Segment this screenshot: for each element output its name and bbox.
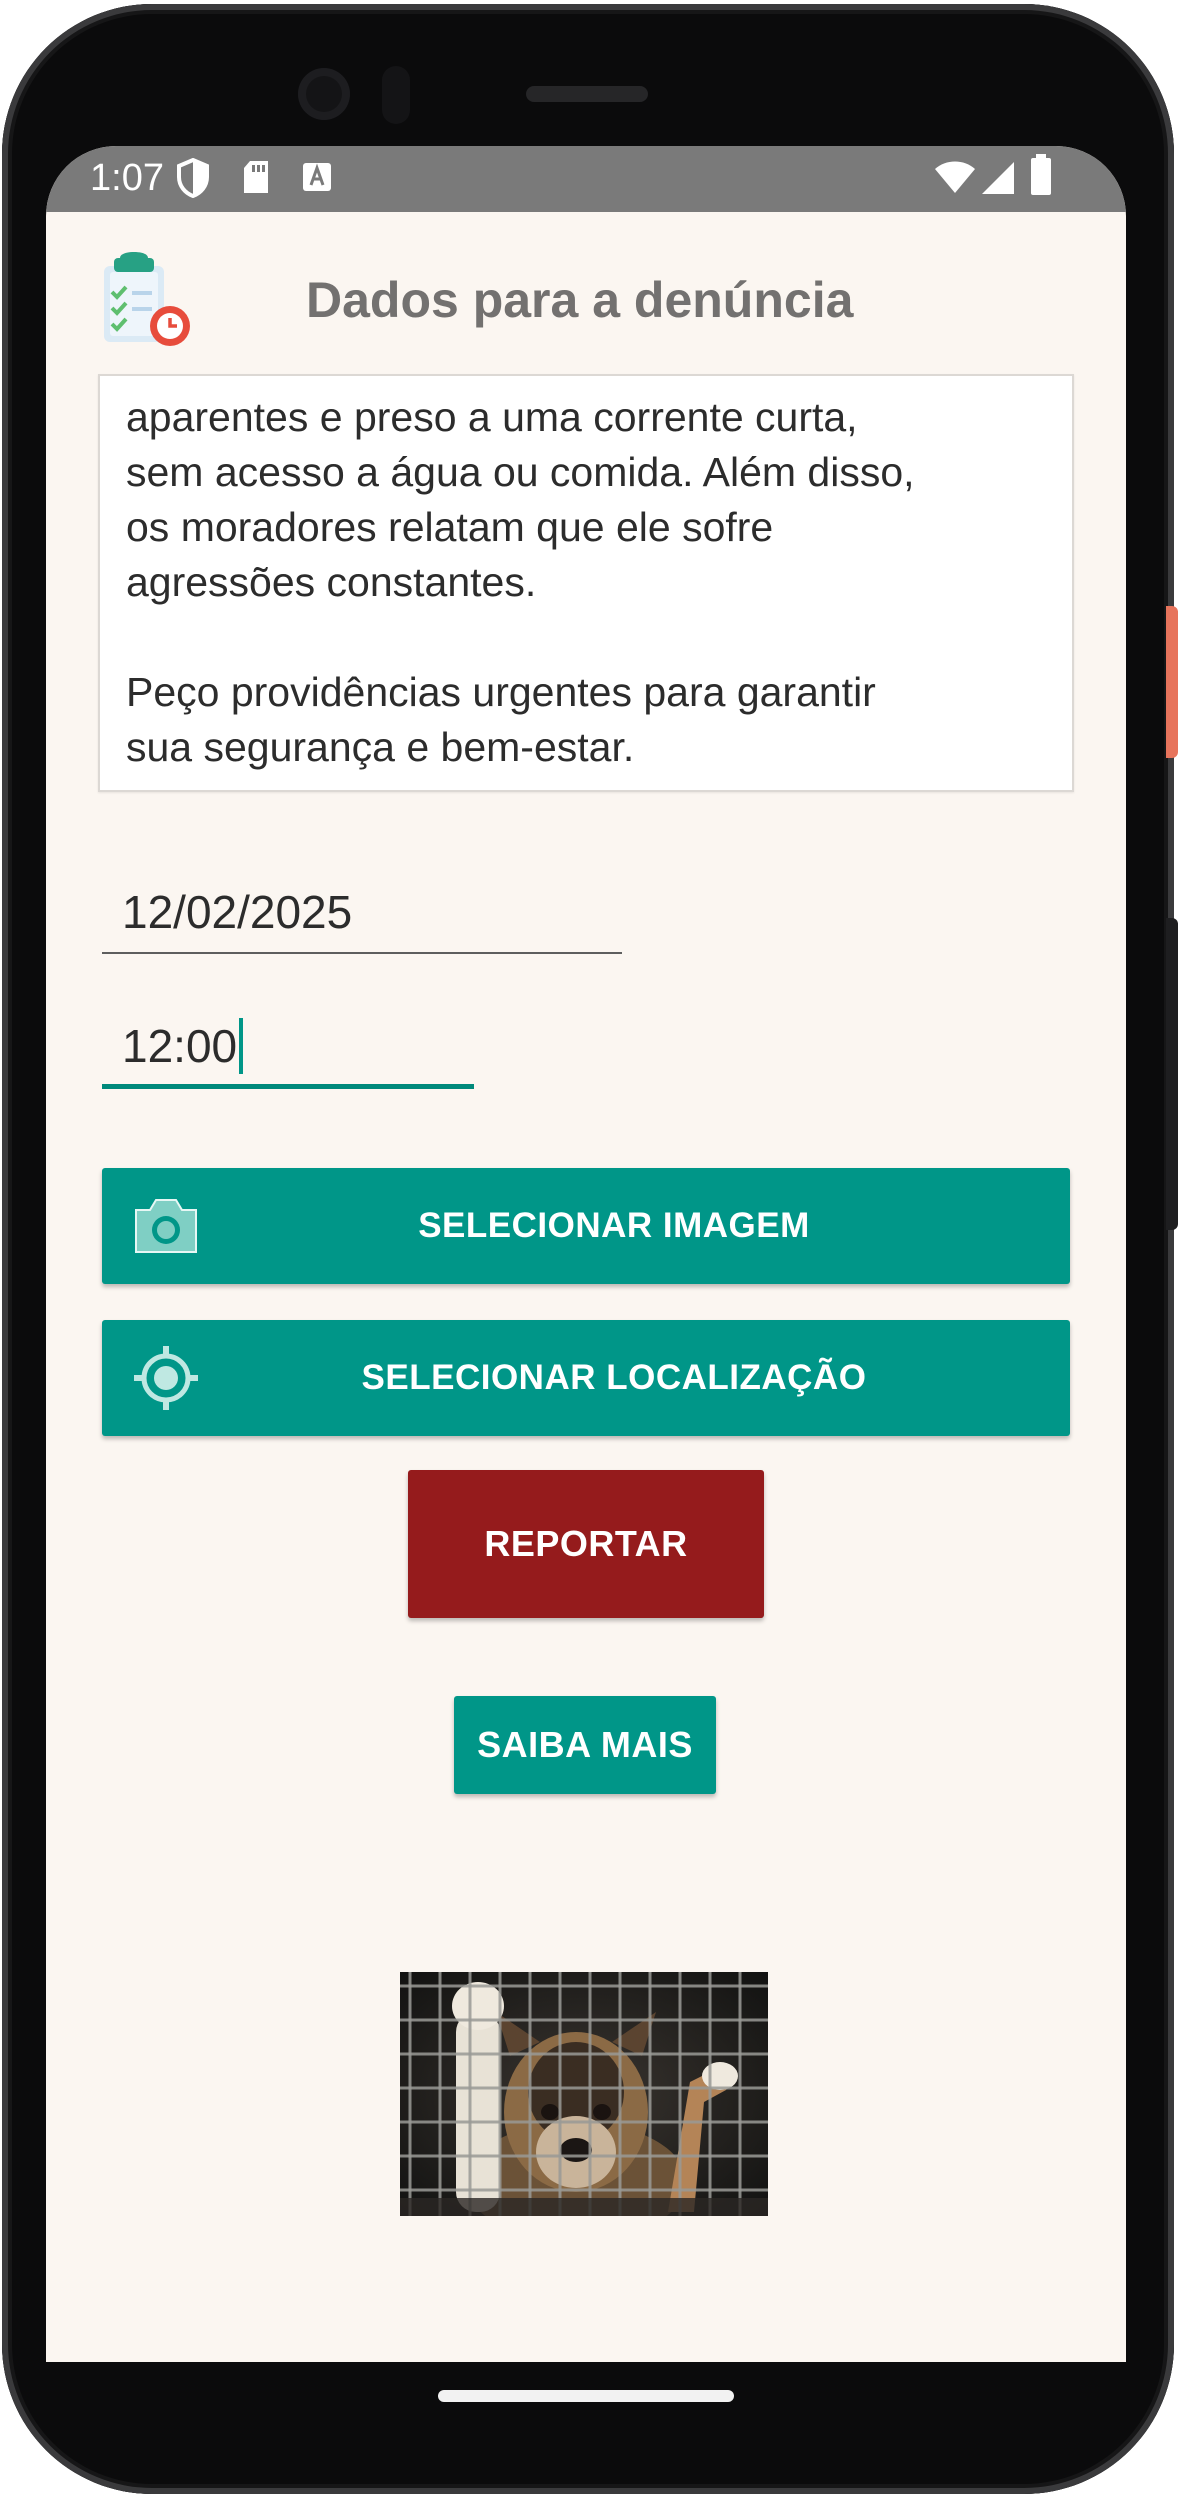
power-button <box>1166 606 1178 758</box>
signal-icon <box>980 160 1016 201</box>
report-button[interactable]: REPORTAR <box>408 1470 764 1618</box>
select-location-label: SELECIONAR LOCALIZAÇÃO <box>361 1358 867 1397</box>
proximity-sensor <box>382 66 410 124</box>
app-header: Dados para a denúncia <box>46 212 1126 382</box>
time-field[interactable]: 12:00 <box>122 1018 244 1074</box>
dog-behind-cage-photo <box>400 1972 768 2216</box>
description-textarea[interactable]: aparentes e preso a uma corrente curta, … <box>98 374 1074 792</box>
clipboard-checklist-clock-icon <box>98 252 194 353</box>
earpiece-speaker <box>526 86 648 102</box>
sd-card-icon <box>242 160 270 199</box>
app-screen: 1:07 Dados para a denúncia aparentes e p… <box>46 146 1126 2362</box>
text-cursor <box>239 1018 244 1074</box>
phone-frame: 1:07 Dados para a denúncia aparentes e p… <box>0 0 1178 2498</box>
date-field[interactable]: 12/02/2025 <box>122 884 352 940</box>
select-location-button[interactable]: SELECIONAR LOCALIZAÇÃO <box>102 1320 1070 1436</box>
select-image-label: SELECIONAR IMAGEM <box>418 1206 810 1245</box>
description-text: aparentes e preso a uma corrente curta, … <box>126 394 915 770</box>
battery-icon <box>1030 154 1052 201</box>
status-bar: 1:07 <box>46 146 1126 212</box>
text-a-icon <box>302 162 332 197</box>
home-indicator[interactable] <box>438 2390 734 2402</box>
time-field-underline <box>102 1084 474 1089</box>
time-field-value: 12:00 <box>122 1020 238 1072</box>
status-time: 1:07 <box>90 157 164 199</box>
date-field-underline <box>102 952 622 954</box>
select-image-button[interactable]: SELECIONAR IMAGEM <box>102 1168 1070 1284</box>
learn-more-button[interactable]: SAIBA MAIS <box>454 1696 716 1794</box>
wifi-icon <box>934 160 976 199</box>
page-title: Dados para a denúncia <box>306 272 854 328</box>
volume-button <box>1166 918 1178 1230</box>
front-camera <box>298 68 350 120</box>
shield-icon <box>176 157 210 203</box>
